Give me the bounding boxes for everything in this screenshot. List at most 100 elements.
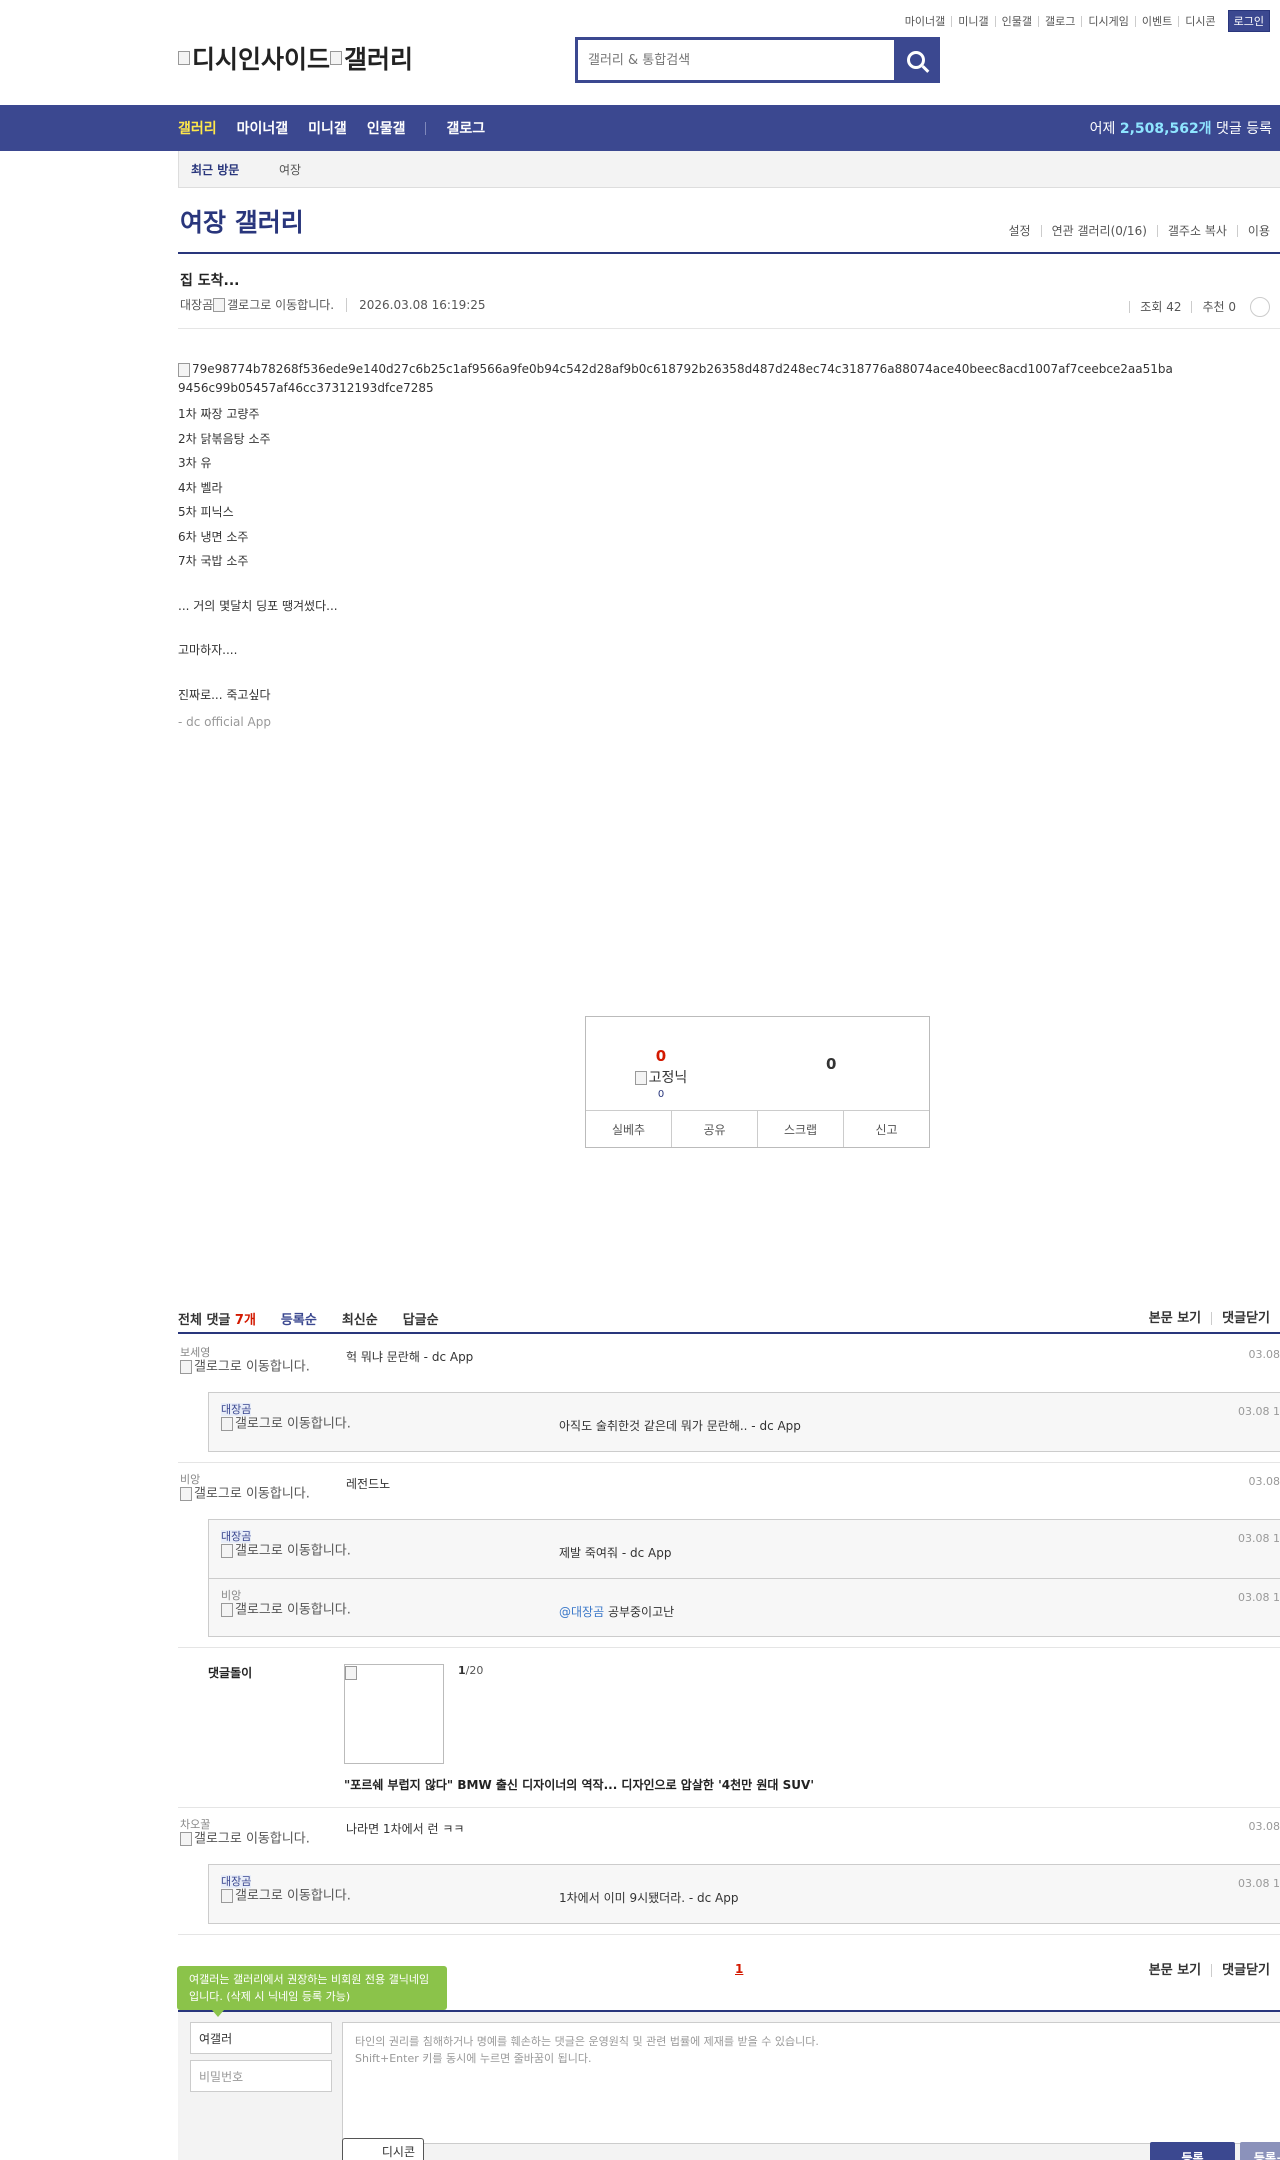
copy-address-link[interactable]: 갤주소 복사 [1156, 225, 1237, 237]
sort-latest[interactable]: 최신순 [342, 1309, 378, 1328]
reply-date: 03.08 1 [1238, 1877, 1280, 1890]
close-comments-button[interactable]: 댓글닫기 [1211, 1964, 1280, 1977]
comment-text: 헉 뭐냐 문란해 - dc App [346, 1350, 474, 1364]
nav-item-person[interactable]: 인물갤 [367, 118, 406, 138]
content-line: 1차 짜장 고량주 [178, 407, 260, 421]
reply-text: @대장곰 공부중이고난 [391, 1591, 674, 1647]
util-link-mini[interactable]: 미니갤 [951, 15, 994, 27]
broken-image-icon [634, 1071, 647, 1085]
report-button[interactable]: 신고 [843, 1111, 929, 1147]
content-line: 4차 벨라 [178, 480, 223, 495]
close-comments-button[interactable]: 댓글닫기 [1211, 1311, 1280, 1325]
search-input[interactable] [578, 40, 894, 80]
app-signature: - dc official App [178, 715, 271, 729]
downvote-count[interactable]: 0 [826, 1055, 836, 1073]
submit-plus-button[interactable]: 등록+ [1240, 2142, 1280, 2160]
util-link-person[interactable]: 인물갤 [994, 15, 1038, 27]
nav-item-gallog[interactable]: 갤로그 [446, 118, 485, 138]
comment-header-actions: 본문 보기 댓글닫기 [1139, 1311, 1280, 1325]
util-link-gallog[interactable]: 갤로그 [1038, 15, 1081, 27]
nav-list: 갤러리 마이너갤 미니갤 인물갤 갤로그 [178, 118, 505, 138]
comment-total: 전체 댓글 7개 [178, 1309, 256, 1328]
related-galleries-link[interactable]: 연관 갤러리(0/16) [1040, 225, 1157, 237]
util-link-game[interactable]: 디시게임 [1081, 15, 1134, 27]
sort-registered[interactable]: 등록순 [281, 1309, 317, 1328]
upvote-area[interactable]: 0 고정닉 0 [586, 1047, 736, 1100]
logo-alt-text-gallery: 갤러리 [344, 45, 414, 74]
content-line: 2차 닭볶음탕 소주 [178, 431, 271, 446]
gallog-alt: 갤로그로 이동합니다. [235, 1888, 351, 1904]
author-gallog-link[interactable]: 갤로그로 이동합니다. [227, 296, 334, 313]
sort-replies[interactable]: 답글순 [403, 1309, 439, 1328]
nav-item-gallery[interactable]: 갤러리 [178, 118, 217, 138]
reply-text: 아직도 술취한것 같은데 뭐가 문란해.. - dc App [559, 1419, 801, 1433]
nickname-input[interactable]: 여갤러 [190, 2022, 332, 2054]
fixed-nick-alt: 고정닉 [648, 1070, 688, 1086]
comment-date: 03.08 [1248, 1475, 1280, 1488]
post-image-alt: 79e98774b78268f536ede9e140d27c6b25c1af95… [178, 362, 1173, 395]
count-value: 2,508,562개 [1119, 121, 1212, 137]
comment-textarea[interactable]: 타인의 권리를 침해하거나 명예를 훼손하는 댓글은 운영원칙 및 관련 법률에… [342, 2022, 1280, 2144]
gallog-link[interactable]: 갤로그로 이동합니다. [221, 1603, 351, 1618]
content-line: 3차 유 [178, 456, 212, 470]
comment-count-banner: 어제 2,508,562개 댓글 등록 [1090, 118, 1272, 138]
nav-item-minor[interactable]: 마이너갤 [237, 118, 289, 138]
logo-alt-text: 디시인사이드 [192, 45, 331, 74]
search-button[interactable] [894, 40, 937, 80]
view-post-button[interactable]: 본문 보기 [1139, 1964, 1211, 1977]
post-recommend-count: 추천 0 [1191, 301, 1246, 313]
reply-author[interactable]: 대장곰 갤로그로 이동합니다. [221, 1530, 351, 1559]
scrap-button[interactable]: 스크랩 [757, 1111, 843, 1147]
search-box [575, 37, 940, 83]
comment-bot-label: 댓글돌이 [208, 1666, 253, 1680]
reply-author[interactable]: 대장곰 갤로그로 이동합니다. [221, 1875, 351, 1904]
site-logo[interactable]: 디시인사이드 갤러리 [178, 40, 413, 76]
textarea-placeholder-line1: 타인의 권리를 침해하거나 명예를 훼손하는 댓글은 운영원칙 및 관련 법률에… [355, 2035, 819, 2048]
gallery-title[interactable]: 여장 갤러리 [180, 203, 304, 239]
mention-link[interactable]: @대장곰 [559, 1605, 604, 1619]
comment-row: 차오꿀 갤로그로 이동합니다. 나라면 1차에서 런 ㅋㅋ 03.08 대장곰 … [178, 1808, 1280, 1935]
content-line: 7차 국밥 소주 [178, 554, 249, 568]
util-link-dccon[interactable]: 디시콘 [1178, 15, 1221, 27]
comment-bot-ad: 댓글돌이 1/20 "포르쉐 부럽지 않다" BMW 출신 디자이너의 역작..… [178, 1648, 1280, 1808]
comment-footer-actions: 본문 보기 댓글닫기 [1139, 1964, 1280, 1977]
recent-visit-item[interactable]: 여장 [279, 161, 301, 178]
ad-page-current: 1 [458, 1664, 466, 1677]
gallery-settings-link[interactable]: 설정 [998, 225, 1040, 237]
comment-page-1[interactable]: 1 [735, 1962, 743, 1976]
usage-link[interactable]: 이용 [1236, 225, 1280, 237]
submit-button[interactable]: 등록 [1150, 2142, 1235, 2160]
silbechu-button[interactable]: 실베추 [586, 1111, 671, 1147]
gallog-link[interactable]: 갤로그로 이동합니다. [221, 1889, 351, 1904]
divider [178, 328, 1280, 329]
main-nav: 갤러리 마이너갤 미니갤 인물갤 갤로그 어제 2,508,562개 댓글 등록 [0, 105, 1280, 151]
ad-headline[interactable]: "포르쉐 부럽지 않다" BMW 출신 디자이너의 역작... 디자인으로 압살… [344, 1776, 814, 1793]
post-author[interactable]: 대장곰 [180, 296, 213, 313]
login-button[interactable]: 로그인 [1227, 10, 1270, 32]
post-image[interactable]: 79e98774b78268f536ede9e140d27c6b25c1af95… [178, 360, 1178, 398]
recommend-actions: 실베추 공유 스크랩 신고 [586, 1110, 929, 1147]
broken-image-icon [178, 51, 190, 65]
reply-author[interactable]: 비앙 갤로그로 이동합니다. [221, 1589, 351, 1618]
gallog-link[interactable]: 갤로그로 이동합니다. [221, 1544, 351, 1559]
broken-image-icon [221, 1889, 233, 1903]
dccon-button[interactable]: 디시콘 [342, 2138, 424, 2160]
util-link-event[interactable]: 이벤트 [1134, 15, 1178, 27]
nav-divider [425, 121, 427, 135]
more-icon[interactable] [1250, 297, 1270, 317]
content-paragraph: 고마하자.... [178, 643, 238, 657]
password-input[interactable]: 비밀번호 [190, 2060, 332, 2092]
broken-image-icon [221, 1417, 233, 1431]
reply-nick: 비앙 [221, 1589, 242, 1602]
share-button[interactable]: 공유 [671, 1111, 757, 1147]
gallog-link[interactable]: 갤로그로 이동합니다. [221, 1417, 351, 1432]
view-post-button[interactable]: 본문 보기 [1139, 1312, 1211, 1325]
util-link-minor[interactable]: 마이너갤 [899, 16, 951, 27]
comment-write-form: 여갤러 비밀번호 타인의 권리를 침해하거나 명예를 훼손하는 댓글은 운영원칙… [178, 2012, 1280, 2160]
reply-author[interactable]: 대장곰 갤로그로 이동합니다. [221, 1403, 351, 1432]
ad-thumbnail[interactable] [344, 1664, 444, 1764]
nav-item-mini[interactable]: 미니갤 [308, 118, 347, 138]
textarea-placeholder-line2: Shift+Enter 키를 동시에 누르면 줄바꿈이 됩니다. [355, 2052, 592, 2065]
